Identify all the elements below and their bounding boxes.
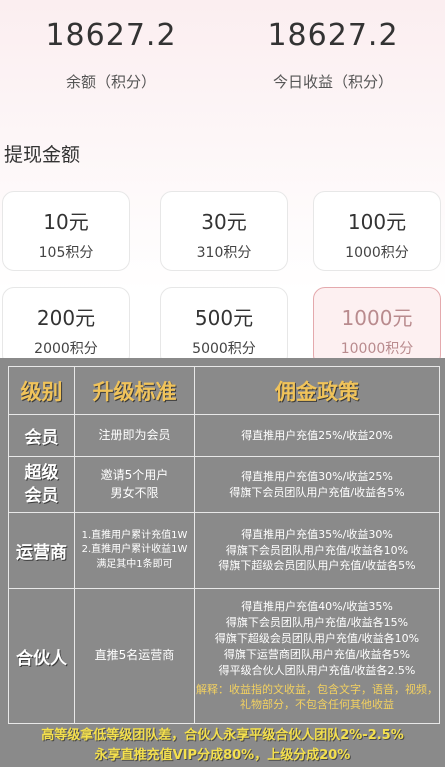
balance-label: 余额（积分） bbox=[65, 73, 156, 91]
stats-header: 18627.2 余额（积分） 18627.2 今日收益（积分） bbox=[0, 0, 445, 110]
policy-line: 得直推用户充值35%/收益30% bbox=[241, 527, 393, 541]
header-standard: 升级标准 bbox=[74, 366, 195, 415]
policy-line: 得旗下会员团队用户充值/收益各10% bbox=[225, 543, 409, 557]
policy-footer: 高等级拿低等级团队差，合伙人永享平级合伙人团队2%-2.5% 永享直推充值VIP… bbox=[0, 726, 445, 765]
footer-line-2: 永享直推充值VIP分成80%，上级分成20% bbox=[94, 747, 351, 763]
withdraw-option-30[interactable]: 30元 310积分 bbox=[160, 191, 288, 271]
row-policy: 得直推用户充值25%/收益20% bbox=[194, 414, 440, 457]
footer-line-1: 高等级拿低等级团队差，合伙人永享平级合伙人团队2%-2.5% bbox=[41, 728, 404, 743]
today-earnings-value: 18627.2 bbox=[267, 18, 399, 53]
option-amount: 500元 bbox=[194, 306, 254, 330]
option-points: 1000积分 bbox=[345, 245, 409, 261]
standard-line: 邀请5个用户 bbox=[100, 468, 169, 483]
withdraw-option-200[interactable]: 200元 2000积分 bbox=[2, 287, 130, 367]
standard-line: 满足其中1条即可 bbox=[96, 558, 173, 570]
today-earnings-stat: 18627.2 今日收益（积分） bbox=[222, 0, 444, 92]
row-policy: 得直推用户充值30%/收益25% 得旗下会员团队用户充值/收益各5% bbox=[194, 456, 440, 513]
option-points: 5000积分 bbox=[192, 341, 256, 357]
option-amount: 100元 bbox=[347, 210, 407, 234]
row-policy: 得直推用户充值40%/收益35% 得旗下会员团队用户充值/收益各15% 得旗下超… bbox=[194, 588, 440, 724]
standard-line: 2.直推用户累计收益1W bbox=[81, 544, 188, 556]
policy-line: 得旗下运营商团队用户充值/收益各5% bbox=[223, 648, 411, 662]
header-policy: 佣金政策 bbox=[194, 366, 440, 415]
policy-line: 得旗下会员团队用户充值/收益各5% bbox=[229, 485, 405, 499]
withdraw-amount-title: 提现金额 bbox=[4, 144, 81, 166]
table-header-row: 级别 升级标准 佣金政策 bbox=[8, 366, 440, 415]
table-row: 合伙人 直推5名运营商 得直推用户充值40%/收益35% 得旗下会员团队用户充值… bbox=[8, 588, 440, 724]
row-standard: 邀请5个用户 男女不限 bbox=[74, 456, 195, 513]
balance-stat: 18627.2 余额（积分） bbox=[0, 0, 222, 92]
row-policy: 得直推用户充值35%/收益30% 得旗下会员团队用户充值/收益各10% 得旗下超… bbox=[194, 512, 440, 589]
table-row: 会员 注册即为会员 得直推用户充值25%/收益20% bbox=[8, 414, 440, 457]
standard-line: 1.直推用户累计充值1W bbox=[81, 529, 188, 541]
option-points: 105积分 bbox=[38, 245, 94, 261]
row-standard: 注册即为会员 bbox=[74, 414, 195, 457]
header-level: 级别 bbox=[8, 366, 75, 415]
row-level: 合伙人 bbox=[8, 588, 75, 724]
withdraw-option-500[interactable]: 500元 5000积分 bbox=[160, 287, 288, 367]
policy-line: 得直推用户充值30%/收益25% bbox=[241, 469, 393, 483]
commission-policy-overlay: 级别 升级标准 佣金政策 会员 注册即为会员 得直推用户充值25%/收益20% … bbox=[0, 358, 445, 767]
option-amount: 1000元 bbox=[341, 306, 413, 330]
option-amount: 200元 bbox=[36, 306, 96, 330]
balance-value: 18627.2 bbox=[45, 18, 177, 53]
row-level: 会员 bbox=[8, 414, 75, 457]
table-row: 超级 会员 邀请5个用户 男女不限 得直推用户充值30%/收益25% 得旗下会员团… bbox=[8, 456, 440, 513]
policy-line: 得旗下超级会员团队用户充值/收益各10% bbox=[214, 632, 420, 646]
withdraw-option-100[interactable]: 100元 1000积分 bbox=[313, 191, 441, 271]
policy-line: 得直推用户充值40%/收益35% bbox=[241, 600, 393, 614]
option-points: 310积分 bbox=[196, 245, 252, 261]
policy-line: 得平级合伙人团队用户充值/收益各2.5% bbox=[218, 664, 416, 678]
standard-line: 注册即为会员 bbox=[98, 427, 171, 442]
commission-table: 级别 升级标准 佣金政策 会员 注册即为会员 得直推用户充值25%/收益20% … bbox=[8, 366, 440, 724]
row-standard: 1.直推用户累计充值1W 2.直推用户累计收益1W 满足其中1条即可 bbox=[74, 512, 195, 589]
policy-line: 得直推用户充值25%/收益20% bbox=[241, 428, 393, 442]
withdraw-option-1000[interactable]: 1000元 10000积分 bbox=[313, 287, 441, 367]
standard-line: 男女不限 bbox=[110, 485, 159, 500]
standard-line: 直推5名运营商 bbox=[94, 648, 175, 663]
policy-line: 得旗下超级会员团队用户充值/收益各5% bbox=[218, 559, 416, 573]
row-level: 运营商 bbox=[8, 512, 75, 589]
policy-note: 解释：收益指的文收益，包含文字，语音，视频，礼物部分，不包含任何其他收益 bbox=[196, 683, 438, 711]
option-points: 10000积分 bbox=[340, 341, 414, 357]
option-points: 2000积分 bbox=[34, 341, 98, 357]
policy-line: 得旗下会员团队用户充值/收益各15% bbox=[225, 616, 409, 630]
option-amount: 30元 bbox=[201, 210, 247, 234]
row-level: 超级 会员 bbox=[8, 456, 75, 513]
row-standard: 直推5名运营商 bbox=[74, 588, 195, 724]
table-row: 运营商 1.直推用户累计充值1W 2.直推用户累计收益1W 满足其中1条即可 得… bbox=[8, 512, 440, 589]
today-earnings-label: 今日收益（积分） bbox=[272, 73, 393, 91]
withdraw-option-10[interactable]: 10元 105积分 bbox=[2, 191, 130, 271]
option-amount: 10元 bbox=[43, 210, 89, 234]
